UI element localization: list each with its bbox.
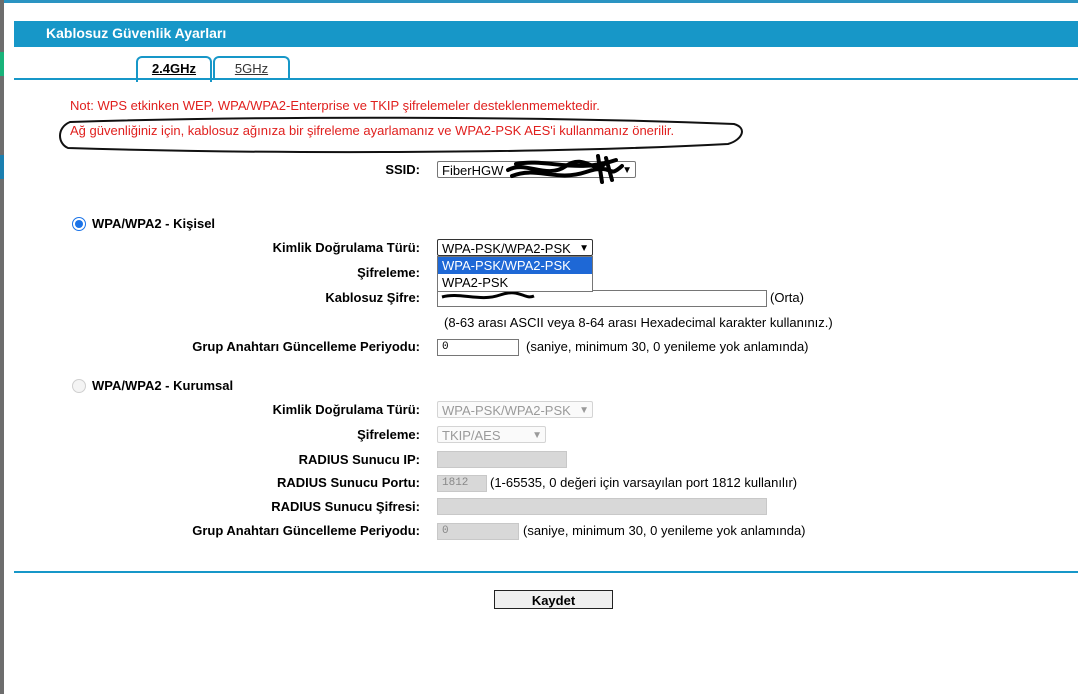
enterprise-radio[interactable] — [72, 379, 86, 393]
tab-5ghz[interactable]: 5GHz — [213, 56, 290, 80]
radius-port-input[interactable]: 1812 — [437, 475, 487, 492]
personal-group-hint: (saniye, minimum 30, 0 yenileme yok anla… — [526, 339, 809, 354]
personal-group-input[interactable]: 0 — [437, 339, 519, 356]
password-redaction-scribble — [441, 291, 535, 300]
personal-auth-select[interactable]: WPA-PSK/WPA2-PSK ▼ — [437, 239, 593, 256]
auth-dropdown-list[interactable]: WPA-PSK/WPA2-PSK WPA2-PSK — [437, 256, 593, 292]
personal-radio[interactable] — [72, 217, 86, 231]
wps-note: Not: WPS etkinken WEP, WPA/WPA2-Enterpri… — [70, 98, 600, 113]
redaction-scribble — [506, 154, 624, 184]
personal-title: WPA/WPA2 - Kişisel — [92, 216, 216, 231]
password-hint: (8-63 arası ASCII veya 8-64 arası Hexade… — [444, 315, 833, 330]
enterprise-auth-label: Kimlik Doğrulama Türü: — [272, 402, 420, 417]
enterprise-group-hint: (saniye, minimum 30, 0 yenileme yok anla… — [523, 523, 806, 538]
personal-group-label: Grup Anahtarı Güncelleme Periyodu: — [192, 339, 420, 354]
auth-option-wpa2-psk[interactable]: WPA2-PSK — [438, 274, 592, 291]
enterprise-title: WPA/WPA2 - Kurumsal — [92, 378, 234, 393]
section-header: Kablosuz Güvenlik Ayarları — [14, 21, 1078, 47]
radius-port-label: RADIUS Sunucu Portu: — [277, 475, 420, 490]
chevron-down-icon: ▼ — [579, 405, 589, 416]
enterprise-enc-label: Şifreleme: — [357, 427, 420, 442]
personal-auth-label: Kimlik Doğrulama Türü: — [272, 240, 420, 255]
ssid-label: SSID: — [385, 162, 420, 177]
chevron-down-icon: ▼ — [579, 243, 589, 254]
radius-secret-input[interactable] — [437, 498, 767, 515]
hand-drawn-circle-annotation — [59, 116, 743, 154]
top-border — [0, 0, 1078, 3]
enterprise-group-label: Grup Anahtarı Güncelleme Periyodu: — [192, 523, 420, 538]
auth-option-wpa-psk-wpa2-psk[interactable]: WPA-PSK/WPA2-PSK — [438, 257, 592, 274]
radius-ip-input[interactable] — [437, 451, 567, 468]
page-title: Kablosuz Güvenlik Ayarları — [46, 25, 227, 41]
enterprise-enc-select[interactable]: TKIP/AES ▼ — [437, 426, 546, 443]
personal-enc-label: Şifreleme: — [357, 265, 420, 280]
left-sidebar-edge — [0, 0, 4, 694]
personal-password-label: Kablosuz Şifre: — [325, 290, 420, 305]
password-strength: (Orta) — [770, 290, 804, 305]
radius-secret-label: RADIUS Sunucu Şifresi: — [271, 499, 420, 514]
chevron-down-icon: ▼ — [532, 430, 542, 441]
enterprise-auth-select[interactable]: WPA-PSK/WPA2-PSK ▼ — [437, 401, 593, 418]
enterprise-group-input[interactable]: 0 — [437, 523, 519, 540]
radius-ip-label: RADIUS Sunucu IP: — [298, 452, 420, 467]
radius-port-hint: (1-65535, 0 değeri için varsayılan port … — [490, 475, 798, 490]
bottom-divider — [14, 571, 1078, 573]
save-button[interactable]: Kaydet — [494, 590, 613, 609]
tab-divider — [14, 78, 1078, 80]
